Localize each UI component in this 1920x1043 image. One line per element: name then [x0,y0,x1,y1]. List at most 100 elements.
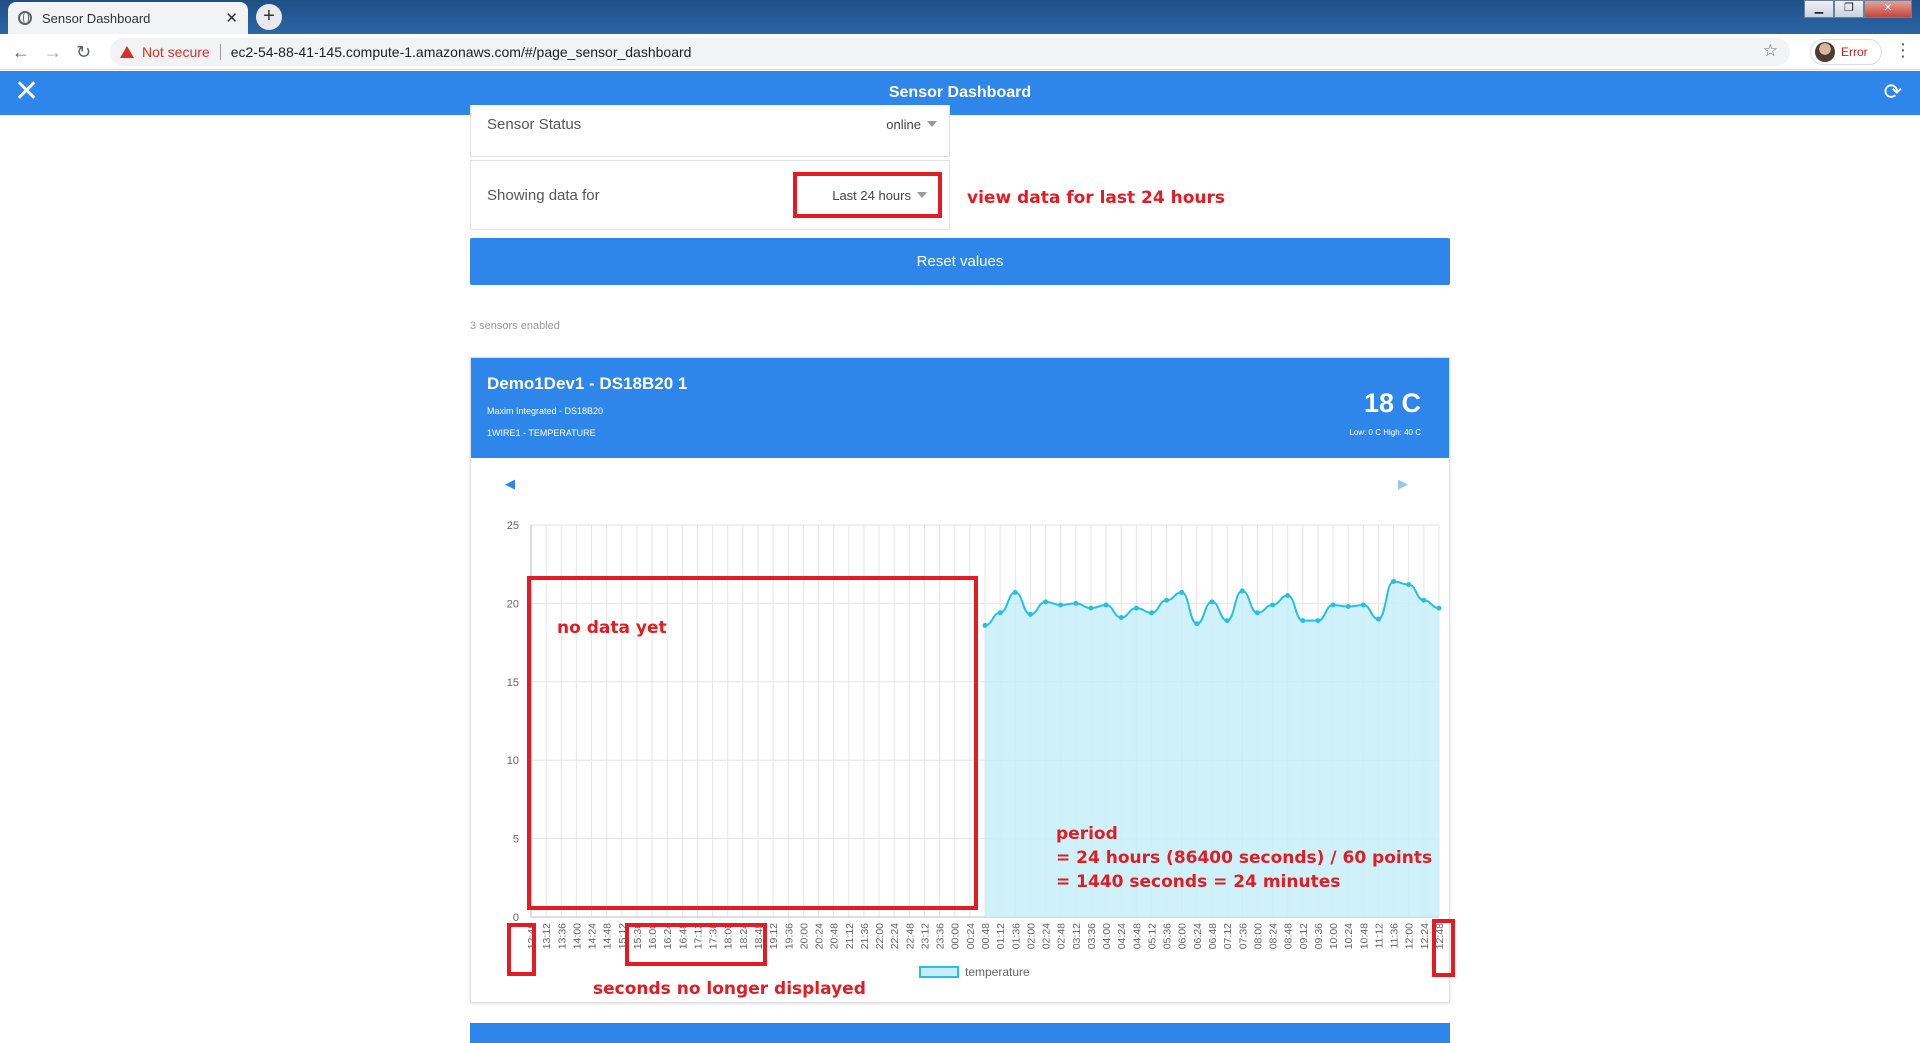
x-tick-label: 00:48 [980,923,992,949]
y-tick-label: 25 [507,520,519,532]
x-tick-label: 03:12 [1071,923,1083,949]
data-point [1224,618,1230,624]
x-tick-label: 02:24 [1041,923,1053,949]
x-tick-label: 03:36 [1086,923,1098,949]
data-point [1148,610,1154,616]
sensor-card-header: Demo1Dev1 - DS18B20 1 Maxim Integrated -… [471,358,1449,458]
address-bar[interactable]: Not secure ec2-54-88-41-145.compute-1.am… [110,38,1790,66]
legend-swatch [919,966,959,978]
x-tick-label: 21:12 [844,923,856,949]
x-tick-label: 00:00 [950,923,962,949]
data-point [1239,588,1245,594]
browser-menu-icon[interactable]: ⋮ [1894,40,1912,61]
forward-icon[interactable]: → [44,42,62,63]
chart-legend[interactable]: temperature [919,965,1030,979]
data-point [1027,611,1033,617]
data-point [1073,600,1079,606]
x-tick-label: 07:12 [1222,923,1234,949]
x-tick-label: 10:00 [1328,923,1340,949]
data-point [1012,589,1018,595]
x-tick-label: 02:48 [1056,923,1068,949]
x-tick-label: 23:36 [935,923,947,949]
profile-button[interactable]: Error [1810,39,1882,65]
data-point [1133,605,1139,611]
x-tick-label: 20:00 [798,923,810,949]
data-point [1315,618,1321,624]
x-tick-label: 20:48 [829,923,841,949]
annotation-box-range-select [793,172,942,218]
y-tick-label: 20 [507,598,519,610]
x-tick-label: 19:12 [768,923,780,949]
sensor-status-row[interactable]: Sensor Status online [470,105,950,157]
x-tick-label: 23:12 [919,923,931,949]
sensor-name: Demo1Dev1 - DS18B20 1 [487,374,688,393]
data-point [1194,621,1200,627]
annotation-box-first-label [507,923,536,976]
annotation-period-line-3: = 1440 seconds = 24 minutes [1056,872,1341,892]
x-tick-label: 10:24 [1343,923,1355,949]
tab-close-icon[interactable]: ✕ [225,9,238,27]
profile-error-label: Error [1841,45,1868,59]
reload-icon[interactable]: ↻ [76,42,91,63]
x-tick-label: 09:36 [1313,923,1325,949]
new-tab-button[interactable]: + [256,4,282,30]
data-point [1270,602,1276,608]
legend-label: temperature [965,965,1030,979]
close-icon[interactable]: ✕ [14,77,39,107]
data-point [1285,593,1291,599]
x-tick-label: 06:00 [1177,923,1189,949]
x-tick-label: 22:48 [904,923,916,949]
url-text[interactable]: ec2-54-88-41-145.compute-1.amazonaws.com… [231,44,692,60]
window-close-icon[interactable]: ✕ [1864,0,1912,18]
window-controls: ▁ ❐ ✕ [1804,0,1912,18]
next-sensor-card [470,1023,1450,1043]
reset-values-button[interactable]: Reset values [470,238,1450,285]
sensor-range: Low: 0 C High: 40 C [1349,428,1421,437]
data-point [1254,610,1260,616]
data-point [1391,578,1397,584]
not-secure-label[interactable]: Not secure [142,44,210,60]
data-point [1103,602,1109,608]
x-tick-label: 05:36 [1162,923,1174,949]
restore-icon[interactable]: ❐ [1834,0,1864,18]
annotation-period: period = 24 hours (86400 seconds) / 60 p… [1056,822,1432,894]
y-tick-label: 15 [507,677,519,689]
data-point [1375,616,1381,622]
annotation-period-line-2: = 24 hours (86400 seconds) / 60 points [1056,848,1433,868]
app-header: ✕ Sensor Dashboard ⟳ [0,71,1920,115]
sensors-enabled-count: 3 sensors enabled [470,320,560,332]
x-tick-label: 08:00 [1252,923,1264,949]
x-tick-label: 04:00 [1101,923,1113,949]
data-point [1406,582,1412,588]
x-tick-label: 14:48 [602,923,614,949]
y-tick-label: 5 [513,834,519,846]
annotation-box-mid-labels [625,923,767,966]
minimize-icon[interactable]: ▁ [1804,0,1834,18]
sensor-status-label: Sensor Status [487,116,582,133]
x-tick-label: 20:24 [814,923,826,949]
x-tick-label: 21:36 [859,923,871,949]
back-icon[interactable]: ← [12,42,30,63]
annotation-period-line-1: period [1056,824,1118,844]
globe-icon [18,11,32,25]
data-point [982,622,988,628]
x-tick-label: 02:00 [1025,923,1037,949]
bookmark-star-icon[interactable]: ☆ [1763,41,1778,61]
sensor-reading: 18 C [1363,388,1421,418]
sensor-maker: Maxim Integrated - DS18B20 [487,406,604,416]
omnibox-divider [219,44,221,60]
annotation-box-last-label [1432,919,1455,977]
page-title: Sensor Dashboard [888,84,1032,101]
annotation-view-data: view data for last 24 hours [967,188,1226,208]
data-point [997,610,1003,616]
data-point [1209,599,1215,605]
data-point [1088,605,1094,611]
refresh-icon[interactable]: ⟳ [1884,79,1902,105]
browser-tab[interactable]: Sensor Dashboard ✕ [8,2,248,34]
data-point [1436,605,1442,611]
x-tick-label: 14:00 [571,923,583,949]
x-tick-label: 11:36 [1389,923,1401,949]
x-tick-label: 12:24 [1419,923,1431,949]
x-tick-label: 12:00 [1404,923,1416,949]
sensor-status-select[interactable]: online [886,117,949,132]
